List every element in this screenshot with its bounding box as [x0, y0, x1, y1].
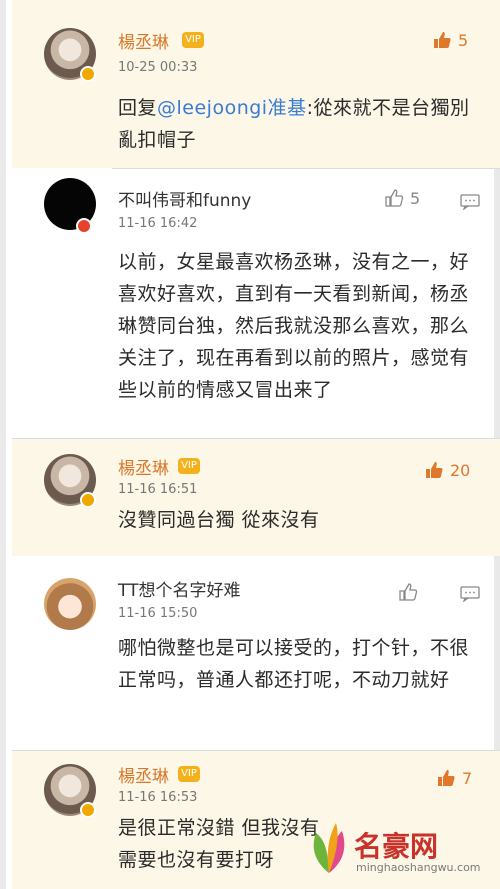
comment-time: 11-16 16:42 — [118, 216, 198, 231]
thumbs-up-icon — [434, 32, 451, 48]
comment-time: 11-16 16:51 — [118, 482, 198, 497]
watermark-title: 名豪网 — [354, 830, 439, 863]
comment-text: 哪怕微整也是可以接受的，打个针，不很正常吗，普通人都还打呢，不动刀就好 — [118, 637, 470, 691]
comment-text: 回复@leejoongi准基:從來就不是台獨別亂扣帽子 — [118, 92, 478, 156]
comment-time: 10-25 00:33 — [118, 60, 198, 75]
avatar[interactable] — [44, 578, 96, 630]
comment-author[interactable]: 楊丞琳 — [118, 28, 169, 53]
weibo-comment-screen: 楊丞琳 VIP 10-25 00:33 5 回复@leejoongi准基:從來就… — [0, 0, 500, 889]
comment-item: TT想个名字好难 11-16 15:50 哪怕微整也是可以接受的，打个针，不很正… — [12, 556, 500, 750]
vip-badge: VIP — [178, 766, 200, 782]
thumbs-up-icon — [399, 583, 418, 601]
comment-author[interactable]: TT想个名字好难 — [118, 576, 240, 601]
comment-author[interactable]: 不叫伟哥和funny — [118, 186, 251, 211]
like-count: 7 — [462, 768, 473, 788]
site-watermark: 名豪网 minghaoshangwu.com — [306, 817, 481, 881]
comment-item: 楊丞琳 VIP 10-25 00:33 5 回复@leejoongi准基:從來就… — [12, 0, 500, 168]
verified-badge-icon — [80, 802, 96, 818]
divider — [12, 438, 500, 439]
thumbs-up-icon — [438, 770, 455, 786]
like-count: 20 — [450, 460, 471, 480]
comment-text: 沒贊同過台獨 從來沒有 — [118, 509, 320, 531]
like-button[interactable]: 5 — [384, 188, 420, 208]
reply-prefix: 回复 — [118, 97, 158, 119]
reply-icon[interactable] — [460, 586, 480, 602]
like-button[interactable]: 7 — [436, 768, 472, 788]
watermark-url: minghaoshangwu.com — [356, 861, 481, 874]
vip-badge: VIP — [182, 32, 204, 48]
comment-author[interactable]: 楊丞琳 — [118, 454, 169, 479]
comment-text: 是很正常沒錯 但我沒有需要也沒有要打呀 — [118, 817, 320, 871]
like-count: 5 — [458, 30, 469, 50]
like-button[interactable] — [398, 582, 418, 602]
comment-item: 不叫伟哥和funny 11-16 16:42 5 以前，女星最喜欢杨丞琳，没有之… — [12, 168, 500, 438]
verified-badge-icon — [80, 66, 96, 82]
comment-time: 11-16 16:53 — [118, 790, 198, 805]
thumbs-up-icon — [426, 462, 443, 478]
mention-link[interactable]: @leejoongi准基 — [157, 97, 307, 119]
thumbs-up-icon — [385, 189, 404, 207]
verified-badge-icon — [80, 492, 96, 508]
like-button[interactable]: 20 — [424, 460, 470, 480]
like-count: 5 — [410, 188, 421, 208]
reply-icon[interactable] — [460, 194, 480, 210]
leaf-logo-icon — [313, 823, 345, 873]
comment-time: 11-16 15:50 — [118, 606, 198, 621]
comment-item: 楊丞琳 VIP 11-16 16:51 20 沒贊同過台獨 從來沒有 — [12, 438, 500, 556]
like-button[interactable]: 5 — [432, 30, 468, 50]
divider — [112, 168, 500, 169]
vip-badge: VIP — [178, 458, 200, 474]
user-badge-icon — [76, 218, 92, 234]
comment-author[interactable]: 楊丞琳 — [118, 762, 169, 787]
divider — [12, 750, 500, 751]
comment-text: 以前，女星最喜欢杨丞琳，没有之一，好喜欢好喜欢，直到有一天看到新闻，杨丞琳赞同台… — [118, 251, 470, 401]
